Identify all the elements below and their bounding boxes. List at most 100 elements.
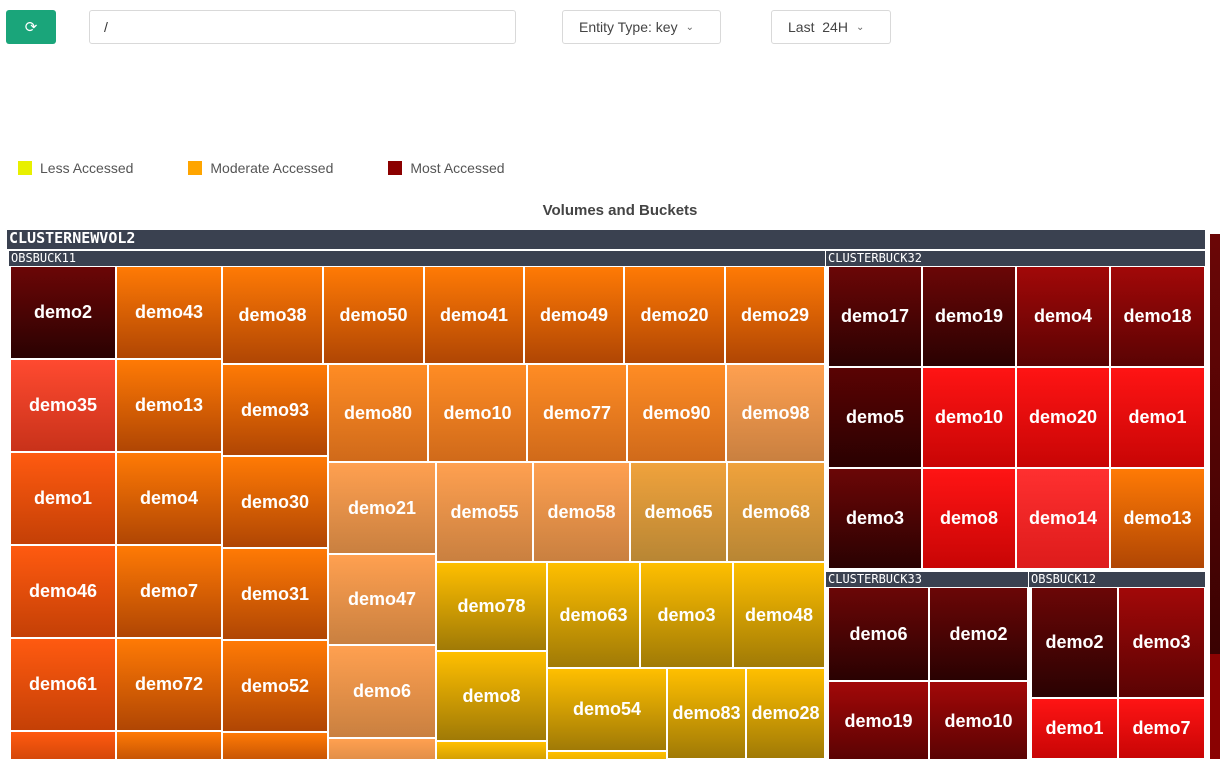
- tile-label: demo29: [740, 304, 810, 325]
- treemap-tile[interactable]: demo7: [116, 545, 222, 638]
- treemap-tile[interactable]: demo43: [116, 266, 222, 359]
- treemap-tile[interactable]: demo3: [828, 468, 922, 569]
- tile-label: demo72: [134, 674, 204, 694]
- treemap-tile[interactable]: demo8: [436, 651, 547, 741]
- treemap-tile[interactable]: demo18: [1110, 266, 1205, 367]
- legend-label: Most Accessed: [410, 160, 505, 176]
- treemap-tile-partial[interactable]: [222, 732, 328, 759]
- treemap-tile[interactable]: demo14: [1016, 468, 1110, 569]
- treemap-tile[interactable]: demo98: [726, 364, 825, 462]
- treemap-tile[interactable]: demo3: [1118, 587, 1205, 698]
- treemap-tile[interactable]: demo78: [436, 562, 547, 651]
- tile-label: demo8: [939, 508, 999, 528]
- treemap-tile[interactable]: demo1: [10, 452, 116, 545]
- treemap-tile[interactable]: demo38: [222, 266, 323, 364]
- treemap-tile[interactable]: demo41: [424, 266, 524, 364]
- treemap-tile[interactable]: demo31: [222, 548, 328, 640]
- treemap-tile[interactable]: demo21: [328, 462, 436, 554]
- treemap-tile[interactable]: demo48: [733, 562, 825, 668]
- treemap-tile[interactable]: demo72: [116, 638, 222, 731]
- treemap-tile[interactable]: demo4: [1016, 266, 1110, 367]
- chevron-down-icon: ⌄: [855, 21, 865, 33]
- time-range-dropdown[interactable]: Last 24H ⌄: [771, 10, 891, 44]
- treemap-tile[interactable]: demo8: [922, 468, 1016, 569]
- treemap-tile[interactable]: demo19: [828, 681, 929, 759]
- treemap-tile[interactable]: demo80: [328, 364, 428, 462]
- treemap-tile[interactable]: demo6: [828, 587, 929, 681]
- treemap-tile[interactable]: demo52: [222, 640, 328, 732]
- treemap-tile[interactable]: demo1: [1110, 367, 1205, 468]
- tile-label: demo63: [559, 604, 628, 625]
- bucket-header[interactable]: OBSBUCK12: [1029, 572, 1205, 587]
- treemap-tile[interactable]: demo1: [1031, 698, 1118, 759]
- treemap-tile[interactable]: demo10: [428, 364, 527, 462]
- legend-swatch: [388, 161, 403, 175]
- tile-label: demo52: [240, 675, 310, 696]
- treemap-tile[interactable]: demo13: [116, 359, 222, 452]
- treemap-tile[interactable]: demo2: [10, 266, 116, 359]
- entity-type-label: Entity Type: key: [579, 19, 678, 35]
- treemap-tile[interactable]: demo47: [328, 554, 436, 645]
- tile-label: demo68: [741, 501, 811, 522]
- treemap-tile[interactable]: demo55: [436, 462, 533, 562]
- legend: Less Accessed Moderate Accessed Most Acc…: [18, 160, 560, 176]
- treemap-tile[interactable]: demo93: [222, 364, 328, 456]
- entity-type-dropdown[interactable]: Entity Type: key ⌄: [562, 10, 721, 44]
- treemap-tile-partial[interactable]: [547, 751, 667, 759]
- treemap-tile[interactable]: demo28: [746, 668, 825, 759]
- treemap-tile[interactable]: demo20: [624, 266, 725, 364]
- treemap-tile[interactable]: demo77: [527, 364, 627, 462]
- treemap-tile[interactable]: demo19: [922, 266, 1016, 367]
- tile-label: demo20: [640, 304, 709, 325]
- tile-label: demo19: [934, 306, 1004, 326]
- treemap-tile[interactable]: demo46: [10, 545, 116, 638]
- bucket-header[interactable]: OBSBUCK11: [9, 251, 825, 266]
- legend-item-moderate: Moderate Accessed: [188, 160, 333, 176]
- chart-title: Volumes and Buckets: [542, 202, 698, 219]
- volume-header[interactable]: CLUSTERNEWVOL2: [7, 230, 1205, 249]
- treemap-tile[interactable]: demo65: [630, 462, 727, 562]
- treemap-tile[interactable]: demo83: [667, 668, 746, 759]
- tile-label: demo2: [949, 623, 1008, 644]
- treemap-tile[interactable]: demo4: [116, 452, 222, 545]
- treemap-tile[interactable]: demo30: [222, 456, 328, 548]
- treemap-tile[interactable]: demo61: [10, 638, 116, 731]
- treemap-tile[interactable]: demo54: [547, 668, 667, 751]
- treemap-tile[interactable]: demo90: [627, 364, 726, 462]
- treemap-tile[interactable]: demo3: [640, 562, 733, 668]
- treemap-tile[interactable]: demo10: [929, 681, 1028, 759]
- treemap-tile[interactable]: demo68: [727, 462, 825, 562]
- treemap-tile[interactable]: demo7: [1118, 698, 1205, 759]
- treemap-tile[interactable]: demo50: [323, 266, 424, 364]
- treemap-tile-partial[interactable]: [436, 741, 547, 759]
- tile-label: demo41: [439, 304, 509, 325]
- treemap-tile[interactable]: demo2: [1031, 587, 1118, 698]
- treemap-tile[interactable]: demo17: [828, 266, 922, 367]
- treemap-tile[interactable]: demo20: [1016, 367, 1110, 468]
- treemap-tile[interactable]: demo35: [10, 359, 116, 452]
- treemap-tile[interactable]: demo63: [547, 562, 640, 668]
- treemap-tile[interactable]: demo2: [929, 587, 1028, 681]
- treemap-tile[interactable]: demo10: [922, 367, 1016, 468]
- treemap-tile-partial[interactable]: [10, 731, 116, 759]
- treemap-tile-partial[interactable]: [328, 738, 436, 759]
- path-input[interactable]: [89, 10, 516, 44]
- legend-label: Less Accessed: [40, 160, 134, 176]
- tile-label: demo3: [1132, 632, 1191, 652]
- legend-item-most: Most Accessed: [388, 160, 505, 176]
- treemap-tile[interactable]: demo13: [1110, 468, 1205, 569]
- treemap-tile[interactable]: demo6: [328, 645, 436, 738]
- tile-label: demo1: [1045, 718, 1104, 738]
- treemap-tile[interactable]: demo49: [524, 266, 624, 364]
- treemap-tile[interactable]: demo29: [725, 266, 825, 364]
- refresh-button[interactable]: ⟳: [6, 10, 56, 44]
- refresh-icon: ⟳: [24, 19, 38, 36]
- tile-label: demo18: [1123, 306, 1192, 326]
- tile-label: demo61: [28, 674, 98, 694]
- treemap-tile-partial[interactable]: [116, 731, 222, 759]
- bucket-header[interactable]: CLUSTERBUCK33: [826, 572, 1028, 587]
- bucket-header[interactable]: CLUSTERBUCK32: [826, 251, 1205, 266]
- treemap-tile[interactable]: demo5: [828, 367, 922, 468]
- treemap-tile[interactable]: demo58: [533, 462, 630, 562]
- offscreen-volume-tile[interactable]: [1210, 234, 1220, 654]
